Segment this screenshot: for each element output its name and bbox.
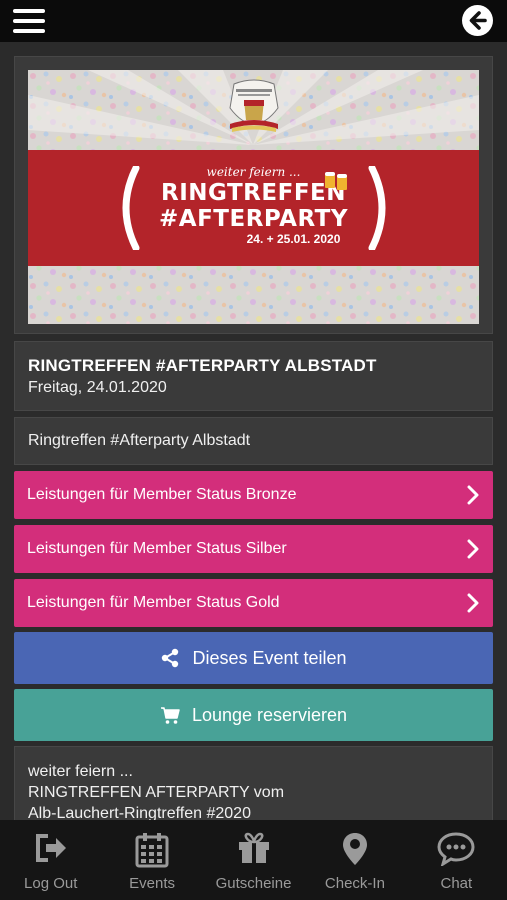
reserve-lounge-label: Lounge reservieren bbox=[191, 704, 348, 725]
logout-icon bbox=[35, 834, 66, 862]
event-description-card: weiter feiern ... RINGTREFFEN AFTERPARTY… bbox=[14, 746, 493, 820]
member-gold-button[interactable]: Leistungen für Member Status Gold bbox=[14, 579, 493, 627]
event-title: RINGTREFFEN #AFTERPARTY ALBSTADT bbox=[28, 356, 377, 375]
member-silber-button[interactable]: Leistungen für Member Status Silber bbox=[14, 525, 493, 573]
event-subtitle-card: Ringtreffen #Afterparty Albstadt bbox=[14, 417, 493, 465]
chevron-right-icon bbox=[467, 539, 479, 559]
tab-check-in-label: Check-In bbox=[324, 875, 385, 892]
reserve-lounge-button[interactable]: Lounge reservieren bbox=[14, 689, 493, 741]
calendar-icon bbox=[135, 833, 169, 868]
map-pin-icon bbox=[342, 833, 367, 865]
share-event-button[interactable]: Dieses Event teilen bbox=[14, 632, 493, 684]
banner-headline-1: RINGTREFFEN bbox=[161, 180, 346, 206]
member-bronze-label: Leistungen für Member Status Bronze bbox=[27, 486, 297, 503]
tab-events[interactable]: Events bbox=[101, 820, 202, 900]
banner-dates: 24. + 25.01. 2020 bbox=[246, 232, 341, 246]
member-bronze-button[interactable]: Leistungen für Member Status Bronze bbox=[14, 471, 493, 519]
top-bar bbox=[0, 0, 507, 42]
event-banner-image: weiter feiern ... RINGTREFFEN #AFTERPART… bbox=[28, 70, 479, 324]
chat-icon bbox=[437, 832, 475, 866]
chevron-right-icon bbox=[467, 485, 479, 505]
tab-chat[interactable]: Chat bbox=[406, 820, 507, 900]
bottom-tab-bar: Log Out Events Gutscheine Check-In Chat bbox=[0, 820, 507, 900]
beer-mugs-icon bbox=[325, 172, 347, 190]
member-silber-label: Leistungen für Member Status Silber bbox=[27, 540, 287, 557]
event-title-card: RINGTREFFEN #AFTERPARTY ALBSTADT Freitag… bbox=[14, 341, 493, 411]
tab-log-out[interactable]: Log Out bbox=[0, 820, 101, 900]
tab-events-label: Events bbox=[129, 875, 176, 892]
member-gold-label: Leistungen für Member Status Gold bbox=[27, 594, 280, 611]
tab-check-in[interactable]: Check-In bbox=[304, 820, 405, 900]
cart-icon bbox=[160, 707, 180, 724]
tab-gutscheine-label: Gutscheine bbox=[215, 875, 292, 892]
hamburger-menu-icon[interactable] bbox=[11, 6, 47, 36]
share-event-label: Dieses Event teilen bbox=[192, 647, 347, 668]
event-detail-content[interactable]: weiter feiern ... RINGTREFFEN #AFTERPART… bbox=[0, 42, 507, 820]
tab-chat-label: Chat bbox=[440, 875, 473, 892]
tab-gutscheine[interactable]: Gutscheine bbox=[203, 820, 304, 900]
description-line-3: Alb-Lauchert-Ringtreffen #2020 bbox=[28, 805, 251, 820]
banner-headline-2: #AFTERPARTY bbox=[159, 206, 348, 232]
chevron-right-icon bbox=[467, 593, 479, 613]
banner-script-line: weiter feiern ... bbox=[206, 165, 301, 179]
event-subtitle: Ringtreffen #Afterparty Albstadt bbox=[28, 432, 251, 449]
gift-icon bbox=[238, 832, 269, 863]
description-line-1: weiter feiern ... bbox=[28, 763, 133, 780]
share-icon bbox=[162, 648, 179, 668]
tab-log-out-label: Log Out bbox=[24, 875, 78, 892]
back-arrow-icon[interactable] bbox=[462, 5, 493, 36]
event-banner-card: weiter feiern ... RINGTREFFEN #AFTERPART… bbox=[14, 56, 493, 334]
club-logo bbox=[229, 79, 279, 132]
description-line-2: RINGTREFFEN AFTERPARTY vom bbox=[28, 784, 285, 801]
event-date: Freitag, 24.01.2020 bbox=[28, 379, 167, 396]
